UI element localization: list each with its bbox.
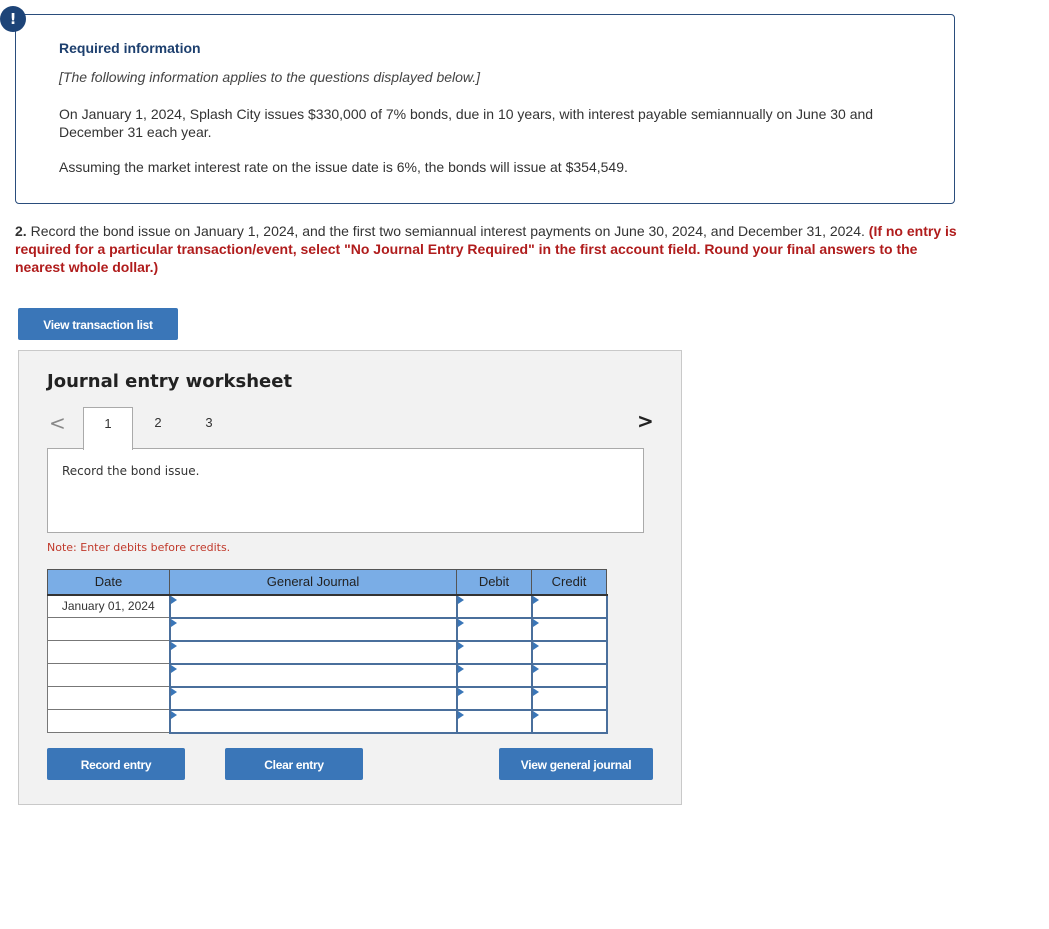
debit-cell — [455, 616, 533, 642]
field-marker-icon — [532, 641, 539, 650]
table-row — [47, 662, 608, 688]
field-marker-icon — [170, 710, 177, 719]
chevron-right-icon[interactable]: > — [637, 409, 654, 433]
credit-cell — [530, 593, 608, 619]
info-paragraph-bond-terms: On January 1, 2024, Splash City issues $… — [59, 106, 874, 140]
debit-cell — [455, 685, 533, 711]
account-input[interactable] — [170, 687, 456, 709]
view-transaction-list-button[interactable]: View transaction list — [18, 308, 178, 340]
credit-input[interactable] — [532, 710, 606, 732]
field-marker-icon — [170, 618, 177, 627]
credit-input[interactable] — [532, 641, 606, 663]
credit-cell — [530, 616, 608, 642]
credit-input[interactable] — [532, 618, 606, 640]
date-cell — [47, 663, 170, 687]
account-cell — [168, 639, 458, 665]
field-marker-icon — [457, 595, 464, 604]
account-input[interactable] — [170, 664, 456, 686]
table-row — [47, 685, 608, 711]
question-number: 2. — [15, 223, 27, 239]
account-cell — [168, 662, 458, 688]
alert-icon: ! — [0, 6, 26, 32]
record-entry-button[interactable]: Record entry — [47, 748, 185, 780]
field-marker-icon — [457, 664, 464, 673]
worksheet-title: Journal entry worksheet — [47, 371, 293, 392]
field-marker-icon — [170, 687, 177, 696]
view-general-journal-button[interactable]: View general journal — [499, 748, 653, 780]
header-general-journal: General Journal — [169, 569, 457, 596]
credit-input[interactable] — [532, 687, 606, 709]
field-marker-icon — [532, 664, 539, 673]
table-row — [47, 616, 608, 642]
debit-input[interactable] — [457, 687, 531, 709]
account-cell — [168, 593, 458, 619]
table-row: January 01, 2024 — [47, 593, 608, 619]
header-credit: Credit — [531, 569, 607, 596]
clear-entry-button[interactable]: Clear entry — [225, 748, 363, 780]
date-cell — [47, 640, 170, 664]
account-cell — [168, 708, 458, 734]
question-prompt: 2. Record the bond issue on January 1, 2… — [15, 222, 960, 276]
debit-cell — [455, 708, 533, 734]
field-marker-icon — [170, 595, 177, 604]
tab-2[interactable]: 2 — [133, 407, 183, 449]
header-debit: Debit — [456, 569, 532, 596]
field-marker-icon — [457, 641, 464, 650]
credit-cell — [530, 708, 608, 734]
account-input[interactable] — [170, 710, 456, 732]
field-marker-icon — [532, 595, 539, 604]
info-title: Required information — [59, 40, 201, 56]
account-cell — [168, 685, 458, 711]
tab-1[interactable]: 1 — [83, 407, 133, 450]
credit-input[interactable] — [532, 664, 606, 686]
question-text: Record the bond issue on January 1, 2024… — [26, 223, 869, 239]
field-marker-icon — [457, 687, 464, 696]
debit-cell — [455, 639, 533, 665]
field-marker-icon — [532, 710, 539, 719]
journal-entry-worksheet: Journal entry worksheet < 1 2 3 > Record… — [18, 350, 682, 805]
info-italic-note: [The following information applies to th… — [59, 69, 481, 85]
debit-input[interactable] — [457, 641, 531, 663]
field-marker-icon — [170, 664, 177, 673]
journal-table: Date General Journal Debit Credit Januar… — [47, 569, 608, 734]
table-row — [47, 639, 608, 665]
debit-input[interactable] — [457, 618, 531, 640]
field-marker-icon — [532, 618, 539, 627]
date-cell — [47, 709, 170, 733]
transaction-instruction: Record the bond issue. — [62, 464, 200, 478]
field-marker-icon — [457, 710, 464, 719]
debit-input[interactable] — [457, 595, 531, 617]
debit-input[interactable] — [457, 710, 531, 732]
account-cell — [168, 616, 458, 642]
tab-3[interactable]: 3 — [184, 407, 234, 449]
header-date: Date — [47, 569, 170, 596]
transaction-instruction-box: Record the bond issue. — [47, 448, 644, 533]
field-marker-icon — [170, 641, 177, 650]
credit-input[interactable] — [532, 595, 606, 617]
table-row — [47, 708, 608, 734]
field-marker-icon — [532, 687, 539, 696]
credit-cell — [530, 662, 608, 688]
required-information-panel: Required information [The following info… — [15, 14, 955, 204]
date-cell — [47, 617, 170, 641]
debit-cell — [455, 662, 533, 688]
info-paragraph-issue-price: Assuming the market interest rate on the… — [59, 159, 628, 175]
account-input[interactable] — [170, 595, 456, 617]
date-cell: January 01, 2024 — [47, 594, 170, 618]
debit-cell — [455, 593, 533, 619]
credit-cell — [530, 685, 608, 711]
credit-cell — [530, 639, 608, 665]
table-header-row: Date General Journal Debit Credit — [47, 569, 607, 596]
chevron-left-icon[interactable]: < — [49, 411, 66, 435]
debit-input[interactable] — [457, 664, 531, 686]
entry-note: Note: Enter debits before credits. — [47, 541, 231, 554]
date-cell — [47, 686, 170, 710]
field-marker-icon — [457, 618, 464, 627]
account-input[interactable] — [170, 641, 456, 663]
account-input[interactable] — [170, 618, 456, 640]
